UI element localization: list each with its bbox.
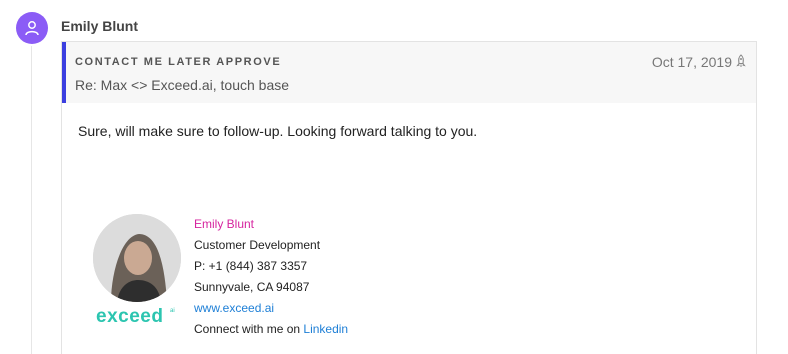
signature-photo	[93, 214, 181, 302]
company-logo: exceed	[96, 306, 164, 327]
email-date: Oct 17, 2019	[651, 54, 732, 70]
sender-name: Emily Blunt	[61, 18, 139, 34]
sender-avatar[interactable]	[16, 12, 48, 44]
signature-details: Emily Blunt Customer Development P: +1 (…	[194, 214, 348, 340]
company-logo-suffix: ai	[170, 308, 175, 314]
rocket-icon	[736, 54, 746, 67]
email-header[interactable]: CONTACT ME LATER APPROVE Re: Max <> Exce…	[62, 42, 756, 103]
signature-name: Emily Blunt	[194, 217, 255, 231]
signature-location: Sunnyvale, CA 94087	[194, 280, 310, 294]
email-body: Sure, will make sure to follow-up. Looki…	[78, 123, 478, 139]
thread-line	[31, 46, 32, 354]
linkedin-link[interactable]: Linkedin	[303, 322, 348, 336]
email-subject: Re: Max <> Exceed.ai, touch base	[75, 77, 290, 93]
signature-phone: P: +1 (844) 387 3357	[194, 259, 308, 273]
email-tag: CONTACT ME LATER APPROVE	[75, 56, 282, 68]
signature-title: Customer Development	[194, 238, 321, 252]
email-message-card[interactable]: CONTACT ME LATER APPROVE Re: Max <> Exce…	[61, 41, 757, 354]
signature-connect-line: Connect with me on Linkedin	[194, 319, 348, 340]
signature-connect-text: Connect with me on	[194, 322, 304, 336]
signature-website-link[interactable]: www.exceed.ai	[194, 298, 348, 319]
user-icon	[25, 21, 39, 36]
email-thread-view: Emily Blunt CONTACT ME LATER APPROVE Re:…	[0, 0, 788, 354]
